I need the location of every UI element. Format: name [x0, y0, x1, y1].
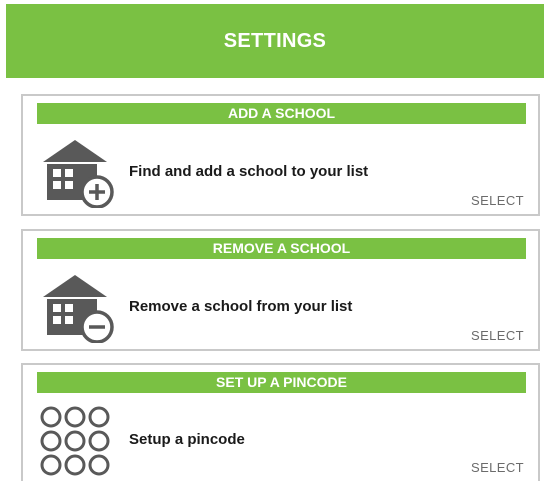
card-description: Setup a pincode	[129, 431, 245, 448]
pincode-select-button[interactable]: SELECT	[471, 460, 524, 475]
card-description: Remove a school from your list	[129, 298, 353, 315]
remove-school-select-button[interactable]: SELECT	[471, 328, 524, 343]
card-description: Find and add a school to your list	[129, 163, 369, 180]
remove-school-card[interactable]: REMOVE A SCHOOL Remove a school from you…	[21, 229, 540, 351]
pincode-grid-icon	[40, 406, 110, 476]
settings-screen: SETTINGS ADD A SCHOOL Find and add a sch…	[0, 0, 550, 483]
card-title-band: SET UP A PINCODE	[37, 372, 526, 393]
card-title-band: REMOVE A SCHOOL	[37, 238, 526, 259]
school-remove-icon	[43, 275, 114, 343]
pincode-card[interactable]: SET UP A PINCODE Setup a pincode SELECT	[21, 363, 540, 481]
page-title: SETTINGS	[223, 29, 327, 52]
card-title-band: ADD A SCHOOL	[37, 103, 526, 124]
header-bar: SETTINGS	[6, 4, 544, 78]
add-school-card[interactable]: ADD A SCHOOL Find and add a school to yo…	[21, 94, 540, 216]
add-school-select-button[interactable]: SELECT	[471, 193, 524, 208]
school-add-icon	[43, 140, 114, 208]
